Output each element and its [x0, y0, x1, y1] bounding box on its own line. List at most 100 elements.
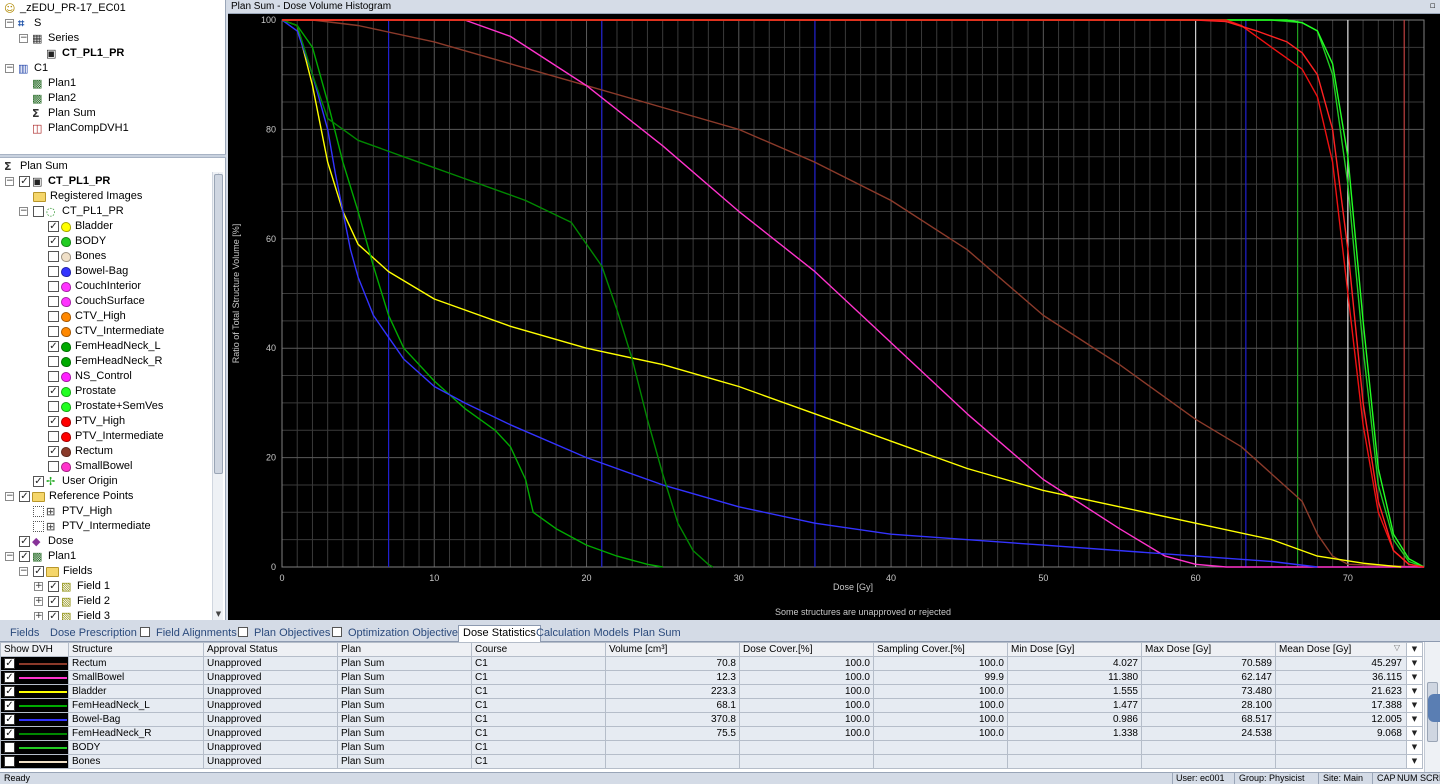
visibility-checkbox[interactable] — [48, 401, 59, 412]
structure-tree-item[interactable]: Prostate+SemVes — [0, 399, 212, 414]
table-row[interactable]: ✓ Rectum Unapproved Plan Sum C1 70.8 100.0 100.… — [0, 656, 1423, 671]
expand-icon[interactable]: + — [34, 612, 43, 620]
expand-icon[interactable]: + — [34, 582, 43, 591]
patient-tree-item[interactable]: − ▥ C1 — [0, 61, 225, 76]
tab-optimization-objectives[interactable]: Optimization Objectives — [328, 626, 468, 642]
visibility-checkbox[interactable] — [48, 461, 59, 472]
show-dvh-checkbox[interactable] — [4, 756, 15, 767]
visibility-checkbox[interactable] — [33, 506, 44, 517]
structure-tree-item[interactable]: − ✓ Fields — [0, 564, 212, 579]
structure-tree-item[interactable]: + ✓ ▧ Field 1 — [0, 579, 212, 594]
visibility-checkbox[interactable]: ✓ — [33, 476, 44, 487]
visibility-checkbox[interactable]: ✓ — [48, 581, 59, 592]
structure-tree-item[interactable]: ✓ Bladder — [0, 219, 212, 234]
row-dropdown-icon[interactable]: ▼ — [1406, 713, 1422, 726]
visibility-checkbox[interactable]: ✓ — [48, 416, 59, 427]
column-header[interactable]: Approval Status — [203, 642, 338, 657]
column-header[interactable]: Max Dose [Gy] — [1141, 642, 1276, 657]
column-header[interactable]: Sampling Cover.[%] — [873, 642, 1008, 657]
visibility-checkbox[interactable] — [48, 326, 59, 337]
structure-tree-item[interactable]: CouchSurface — [0, 294, 212, 309]
row-dropdown-icon[interactable]: ▼ — [1406, 657, 1422, 670]
show-dvh-checkbox[interactable]: ✓ — [4, 672, 15, 683]
collapse-icon[interactable]: − — [19, 34, 28, 43]
patient-tree-item[interactable]: ☺ _zEDU_PR-17_EC01 — [0, 1, 225, 16]
structure-tree-scrollbar[interactable]: ▲ ▼ — [212, 172, 223, 620]
visibility-checkbox[interactable] — [48, 371, 59, 382]
structure-tree-item[interactable]: ⊞ PTV_High — [0, 504, 212, 519]
visibility-checkbox[interactable] — [48, 356, 59, 367]
collapse-icon[interactable]: − — [5, 492, 14, 501]
structure-tree-item[interactable]: + ✓ ▧ Field 3 — [0, 609, 212, 620]
visibility-checkbox[interactable]: ✓ — [19, 551, 30, 562]
table-row[interactable]: BODY Unapproved Plan Sum C1 ▼ — [0, 740, 1423, 755]
show-dvh-checkbox[interactable]: ✓ — [4, 658, 15, 669]
visibility-checkbox[interactable] — [48, 431, 59, 442]
structure-tree-item[interactable]: + ✓ ▧ Field 2 — [0, 594, 212, 609]
scroll-down-icon[interactable]: ▼ — [213, 610, 224, 620]
show-dvh-checkbox[interactable]: ✓ — [4, 714, 15, 725]
tab-fields[interactable]: Fields — [6, 626, 43, 642]
structure-tree-item[interactable]: − ✓ ▣ CT_PL1_PR — [0, 174, 212, 189]
structure-tree-item[interactable]: ✓ BODY — [0, 234, 212, 249]
show-dvh-cell[interactable] — [0, 740, 69, 755]
visibility-checkbox[interactable] — [48, 251, 59, 262]
show-dvh-cell[interactable]: ✓ — [0, 656, 69, 671]
show-dvh-cell[interactable] — [0, 754, 69, 769]
collapse-icon[interactable]: − — [5, 552, 14, 561]
tab-calculation-models[interactable]: Calculation Models — [532, 626, 633, 642]
visibility-checkbox[interactable]: ✓ — [48, 386, 59, 397]
column-header[interactable]: Min Dose [Gy] — [1007, 642, 1142, 657]
dvh-chart[interactable]: 0 10 20 30 40 50 60 70 0 20 40 60 80 100 Dose [Gy] Rati… — [228, 14, 1440, 620]
patient-tree-item[interactable]: ▩ Plan1 — [0, 76, 225, 91]
structure-tree-item[interactable]: Bowel-Bag — [0, 264, 212, 279]
column-header[interactable]: Course — [471, 642, 606, 657]
show-dvh-checkbox[interactable] — [4, 742, 15, 753]
row-dropdown-icon[interactable]: ▼ — [1406, 727, 1422, 740]
structure-tree-item[interactable]: NS_Control — [0, 369, 212, 384]
structure-tree-item[interactable]: ✓ FemHeadNeck_L — [0, 339, 212, 354]
show-dvh-checkbox[interactable]: ✓ — [4, 700, 15, 711]
column-header[interactable]: Structure — [68, 642, 204, 657]
show-dvh-cell[interactable]: ✓ — [0, 698, 69, 713]
table-row[interactable]: Bones Unapproved Plan Sum C1 ▼ — [0, 754, 1423, 769]
visibility-checkbox[interactable]: ✓ — [19, 491, 30, 502]
patient-tree-item[interactable]: − ▦ Series — [0, 31, 225, 46]
tab-plan-sum[interactable]: Plan Sum — [629, 626, 685, 642]
show-dvh-checkbox[interactable]: ✓ — [4, 728, 15, 739]
structure-tree-item[interactable]: ✓ ◆ Dose — [0, 534, 212, 549]
structure-tree-item[interactable]: Bones — [0, 249, 212, 264]
patient-tree-item[interactable]: Σ Plan Sum — [0, 106, 225, 121]
structure-tree-item[interactable]: CTV_High — [0, 309, 212, 324]
column-header[interactable]: Mean Dose [Gy] ▽ ▼ — [1275, 642, 1423, 657]
show-dvh-cell[interactable]: ✓ — [0, 684, 69, 699]
structure-tree-item[interactable]: − ◌ CT_PL1_PR — [0, 204, 212, 219]
visibility-checkbox[interactable]: ✓ — [19, 176, 30, 187]
show-dvh-cell[interactable]: ✓ — [0, 670, 69, 685]
structure-tree-item[interactable]: PTV_Intermediate — [0, 429, 212, 444]
structure-tree-item[interactable]: ✓ PTV_High — [0, 414, 212, 429]
table-row[interactable]: ✓ FemHeadNeck_R Unapproved Plan Sum C1 75.5 10… — [0, 726, 1423, 741]
expand-icon[interactable]: + — [34, 597, 43, 606]
tab-dose-statistics[interactable]: Dose Statistics — [458, 625, 541, 643]
column-header[interactable]: Show DVH — [0, 642, 69, 657]
patient-tree-item[interactable]: ◫ PlanCompDVH1 — [0, 121, 225, 136]
show-dvh-cell[interactable]: ✓ — [0, 726, 69, 741]
visibility-checkbox[interactable]: ✓ — [48, 341, 59, 352]
structure-tree-item[interactable]: FemHeadNeck_R — [0, 354, 212, 369]
structure-tree-item[interactable]: − ✓ ▩ Plan1 — [0, 549, 212, 564]
row-dropdown-icon[interactable]: ▼ — [1406, 685, 1422, 698]
tab-checkbox[interactable] — [332, 627, 342, 637]
visibility-checkbox[interactable]: ✓ — [19, 536, 30, 547]
visibility-checkbox[interactable] — [33, 206, 44, 217]
visibility-checkbox[interactable]: ✓ — [48, 596, 59, 607]
structure-tree-item[interactable]: ✓ Prostate — [0, 384, 212, 399]
row-dropdown-icon[interactable]: ▼ — [1406, 699, 1422, 712]
patient-tree-item[interactable]: − ⌗ S — [0, 16, 225, 31]
collapse-icon[interactable]: − — [5, 64, 14, 73]
structure-tree-header[interactable]: Σ Plan Sum — [0, 159, 212, 174]
collapse-icon[interactable]: − — [19, 567, 28, 576]
visibility-checkbox[interactable] — [48, 281, 59, 292]
structure-tree-item[interactable]: ✓ ✢ User Origin — [0, 474, 212, 489]
collapse-icon[interactable]: − — [19, 207, 28, 216]
